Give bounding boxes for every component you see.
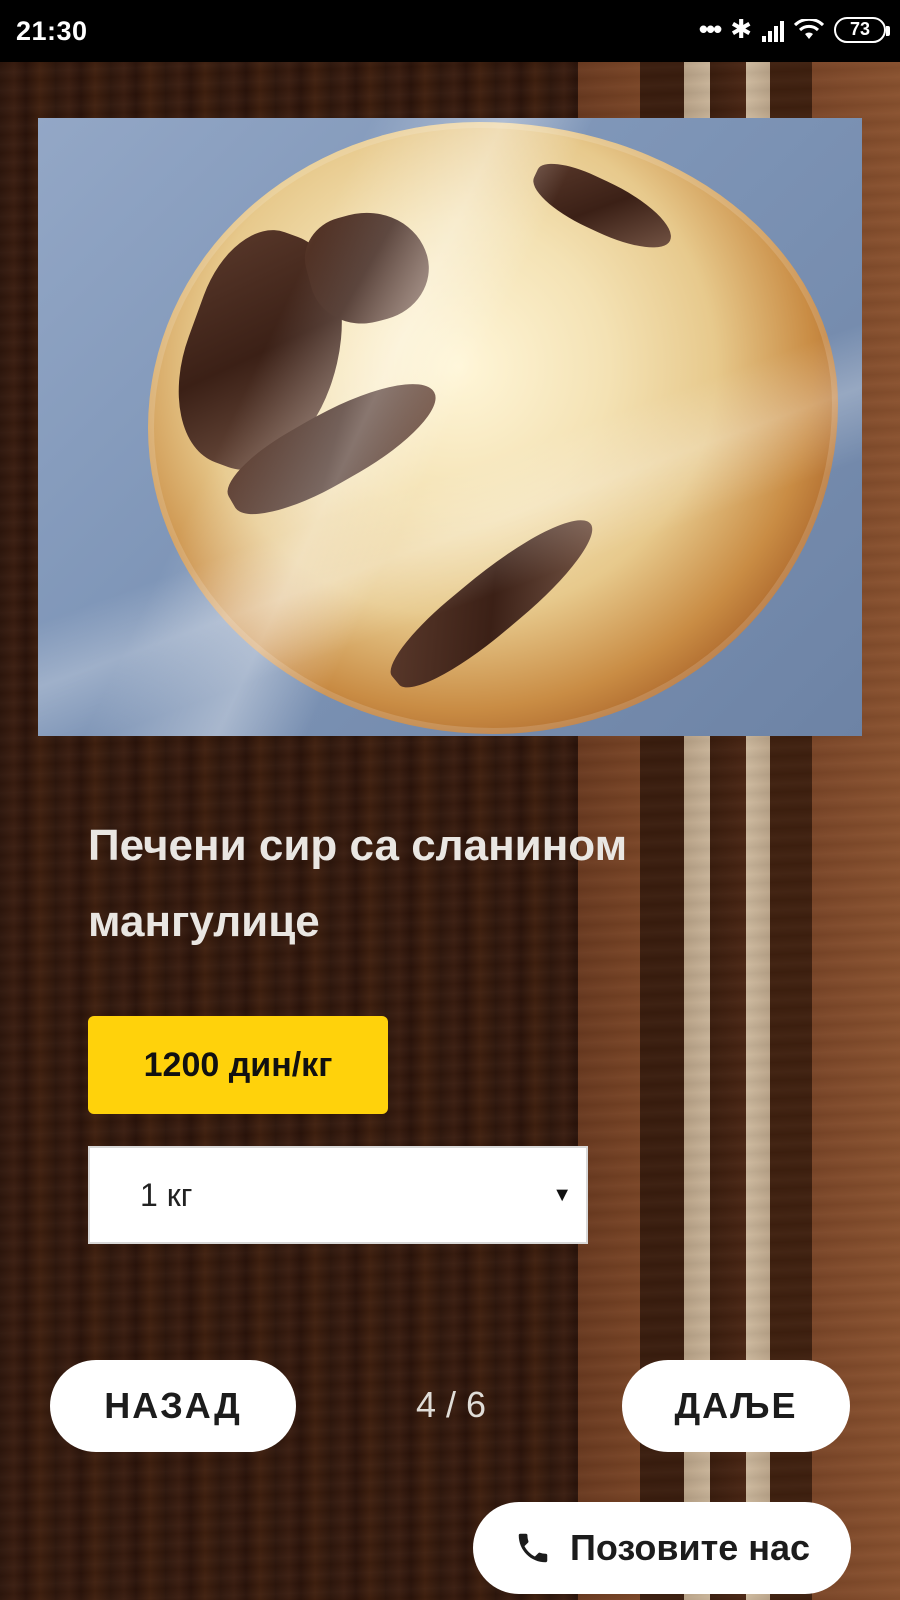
dropdown-arrow-icon: ▼ xyxy=(552,1184,572,1206)
price-badge: 1200 дин/кг xyxy=(88,1016,388,1114)
status-icons: ••• ✱ 73 xyxy=(698,14,890,45)
product-image xyxy=(38,118,862,736)
next-button[interactable]: ДАЉЕ xyxy=(622,1360,850,1452)
battery-icon: 73 xyxy=(834,16,890,43)
page-counter: 4 / 6 xyxy=(415,1384,487,1425)
phone-icon xyxy=(518,1533,548,1563)
status-time: 21:30 xyxy=(16,16,88,46)
status-bar: 21:30 ••• ✱ 73 xyxy=(0,0,900,62)
quantity-select-value: 1 кг xyxy=(140,1176,193,1213)
call-us-button[interactable]: Позовите нас xyxy=(473,1502,851,1594)
signal-icon xyxy=(762,18,784,42)
dots-icon: ••• xyxy=(698,14,722,44)
plastic-wrap-shine xyxy=(38,118,862,736)
bluetooth-icon: ✱ xyxy=(730,14,752,44)
call-us-label: Позовите нас xyxy=(569,1527,811,1568)
product-title: Печени сир са сланином мангулице xyxy=(88,821,628,946)
quantity-select[interactable]: 1 кг ▼ xyxy=(88,1146,588,1244)
back-button[interactable]: НАЗАД xyxy=(50,1360,296,1452)
wifi-icon xyxy=(794,18,824,39)
